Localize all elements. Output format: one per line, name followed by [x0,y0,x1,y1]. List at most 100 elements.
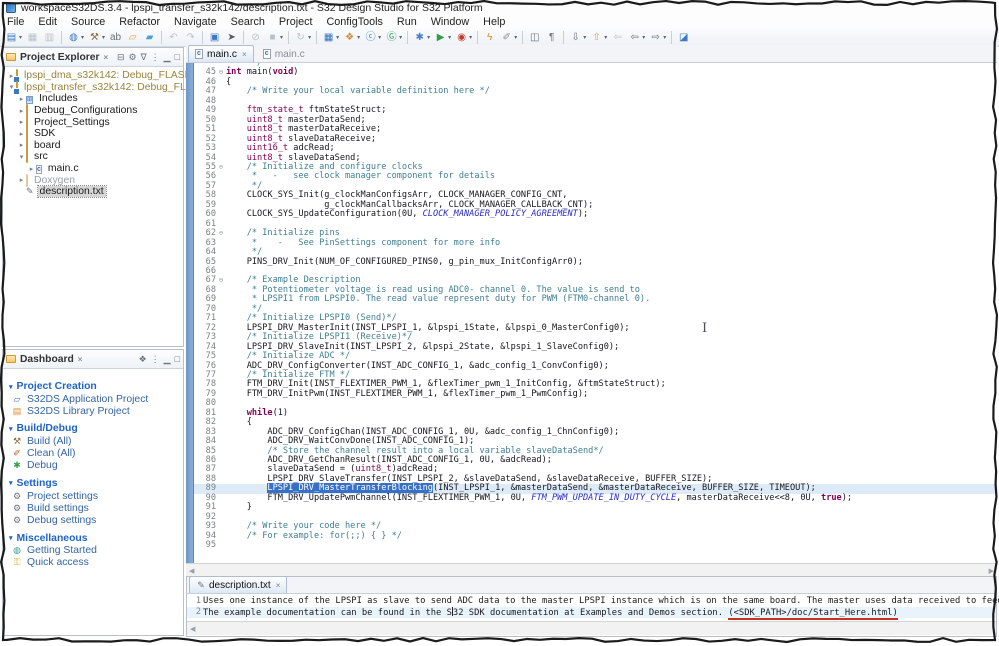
editor-marker-bar[interactable] [186,63,194,563]
dashboard-item-project-settings[interactable]: ⚙ Project settings [9,490,183,502]
show-whitespace-icon[interactable]: ¶ [544,30,559,45]
expand-arrow-icon[interactable]: ▸ [17,141,26,149]
dropdown-arrow-icon[interactable]: ▾ [448,34,451,41]
menu-edit[interactable]: Edit [31,16,64,28]
skip-breakpoints-icon[interactable]: ⊘ [248,30,263,45]
tab-main-c-active[interactable]: c main.c × [188,45,254,62]
dropdown-arrow-icon[interactable]: ▾ [604,34,607,41]
dashboard-section-settings[interactable]: ▾ Settings [9,477,183,490]
dropdown-arrow-icon[interactable]: ▾ [583,34,586,41]
dashboard-action-icon[interactable]: ❖ [139,354,147,365]
save-all-icon[interactable]: ▥ [42,30,57,45]
dashboard-section-project-creation[interactable]: ▾ Project Creation [9,380,183,393]
annotate-icon[interactable]: ✐ ▾ [499,30,518,45]
fold-marker-icon[interactable]: ⊖ [216,276,226,285]
expand-arrow-icon[interactable]: ▸ [17,107,26,115]
dropdown-arrow-icon[interactable]: ▾ [19,34,22,41]
next-annotation-icon[interactable]: ⇩ ▾ [568,30,587,45]
collapse-arrow-icon[interactable]: ▾ [9,425,13,433]
back-icon[interactable]: ⇦ ▾ [627,30,646,45]
new-source-folder-icon[interactable]: ▰ [142,30,157,45]
tree-item-project-settings[interactable]: ▸ Project_Settings [3,115,183,129]
dashboard-section-miscellaneous[interactable]: ▾ Miscellaneous [9,532,183,545]
filter-icon[interactable]: ∇ [141,52,147,63]
maximize-icon[interactable]: □ [175,354,180,364]
dropdown-arrow-icon[interactable]: ▾ [81,34,84,41]
save-icon[interactable]: ▦ [25,30,40,45]
stop-icon[interactable]: ■ ▾ [265,30,284,45]
dashboard-section-build-debug[interactable]: ▾ Build/Debug [9,422,183,435]
dropdown-arrow-icon[interactable]: ▾ [514,34,517,41]
last-edit-location-icon[interactable]: ◪ [676,30,691,45]
close-icon[interactable]: × [276,581,281,590]
debug-icon[interactable]: ✱ ▾ [412,30,431,45]
forward-icon[interactable]: ⇨ ▾ [648,30,667,45]
minimize-icon[interactable]: ▁ [164,354,171,365]
dashboard-item-debug[interactable]: ✱ Debug [9,460,183,472]
dashboard-item-getting-started[interactable]: ◍ Getting Started [9,545,183,557]
expand-arrow-icon[interactable]: ▾ [17,153,26,161]
tree-item-doxygen[interactable]: ▸ Doxygen [3,173,183,187]
dashboard-item-quick-access[interactable]: ⚿ Quick access [9,557,183,569]
dashboard-item-s32ds-library-project[interactable]: ▤ S32DS Library Project [9,405,183,417]
fold-marker-icon[interactable]: ⊖ [216,229,226,238]
expand-arrow-icon[interactable]: ▸ [17,130,26,138]
dropdown-arrow-icon[interactable]: ▾ [280,34,283,41]
s32-config-tools-icon[interactable]: ❖ ▾ [342,30,361,45]
tree-item-includes[interactable]: ▸ ⊞ Includes [3,93,183,105]
collapse-arrow-icon[interactable]: ▾ [9,383,13,391]
close-icon[interactable]: × [104,53,109,62]
tree-item-lpspi-transfer-s32k142-debug-flash[interactable]: ▾ lpspi_transfer_s32k142: Debug_FLASH [3,80,207,94]
tree-item-debug-configurations[interactable]: ▸ Debug_Configurations [3,104,183,118]
dropdown-arrow-icon[interactable]: ▾ [427,34,430,41]
dropdown-arrow-icon[interactable]: ▾ [378,34,381,41]
expand-arrow-icon[interactable]: ▸ [17,176,26,184]
minimize-icon[interactable]: ▁ [164,52,171,63]
terminal-icon[interactable]: ▣ [207,30,222,45]
flash-programmer-icon[interactable]: ϟ [482,30,497,45]
menu-window[interactable]: Window [424,16,476,28]
build-icon[interactable]: ⚒ ▾ [87,30,106,45]
tree-item-description-txt[interactable]: ✎ description.txt [3,185,183,199]
tab-main-c-inactive[interactable]: c main.c [256,45,312,62]
description-text[interactable]: 1 Uses one instance of the LPSPI as slave… [187,594,999,620]
menu-project[interactable]: Project [272,16,320,28]
expand-arrow-icon[interactable]: ▸ [27,165,36,173]
menu-source[interactable]: Source [64,16,112,28]
collapse-arrow-icon[interactable]: ▾ [9,479,13,487]
tab-description-txt[interactable]: ✎ description.txt × [189,576,288,593]
tree-item-sdk[interactable]: ▸ SDK [3,127,183,141]
run-icon[interactable]: ▶ ▾ [433,30,452,45]
menu-help[interactable]: Help [476,16,512,28]
tree-item-main-c[interactable]: ▸ c main.c [3,163,183,175]
close-icon[interactable]: × [242,50,247,59]
menu-refactor[interactable]: Refactor [112,16,167,28]
build-targets-icon[interactable]: ab [108,30,123,45]
bottom-horizontal-scrollbar[interactable]: ◀ [187,621,996,635]
link-with-editor-icon[interactable]: ⚙ [129,52,137,63]
tree-item-board[interactable]: ▸ board [3,138,183,152]
dropdown-arrow-icon[interactable]: ▾ [469,34,472,41]
menu-configtools[interactable]: ConfigTools [320,16,390,28]
code-area[interactable]: */45 ⊖ int main(void) 46{47 /* Write your l… [186,63,997,563]
view-menu-icon[interactable]: ⋮ [151,52,160,63]
fold-marker-icon[interactable]: ⊖ [216,163,226,172]
menu-run[interactable]: Run [390,16,424,28]
previous-annotation-icon[interactable]: ⇧ ▾ [589,30,608,45]
editor-horizontal-scrollbar[interactable]: ◀ ▶ [186,563,997,577]
maximize-icon[interactable]: □ [175,52,180,62]
scroll-left-icon[interactable]: ◀ [190,625,195,633]
menu-navigate[interactable]: Navigate [167,16,224,28]
undo-icon[interactable]: ↶ [166,30,181,45]
generate-code-icon[interactable]: Ⓖ ▾ [384,30,403,45]
dropdown-arrow-icon[interactable]: ▾ [399,34,402,41]
redo-icon[interactable]: ↷ [183,30,198,45]
dropdown-arrow-icon[interactable]: ▾ [102,34,105,41]
peripherals-icon[interactable]: ▦ ▾ [321,30,340,45]
tree-item-src[interactable]: ▾ src [3,150,183,164]
dashboard-item-build-settings[interactable]: ⚙ Build settings [9,502,183,514]
fold-marker-icon[interactable]: ⊖ [216,68,226,77]
back-history-icon[interactable]: ⇦ [610,30,625,45]
c-project-settings-icon[interactable]: ⓒ ▾ [363,30,382,45]
dropdown-arrow-icon[interactable]: ▾ [663,34,666,41]
